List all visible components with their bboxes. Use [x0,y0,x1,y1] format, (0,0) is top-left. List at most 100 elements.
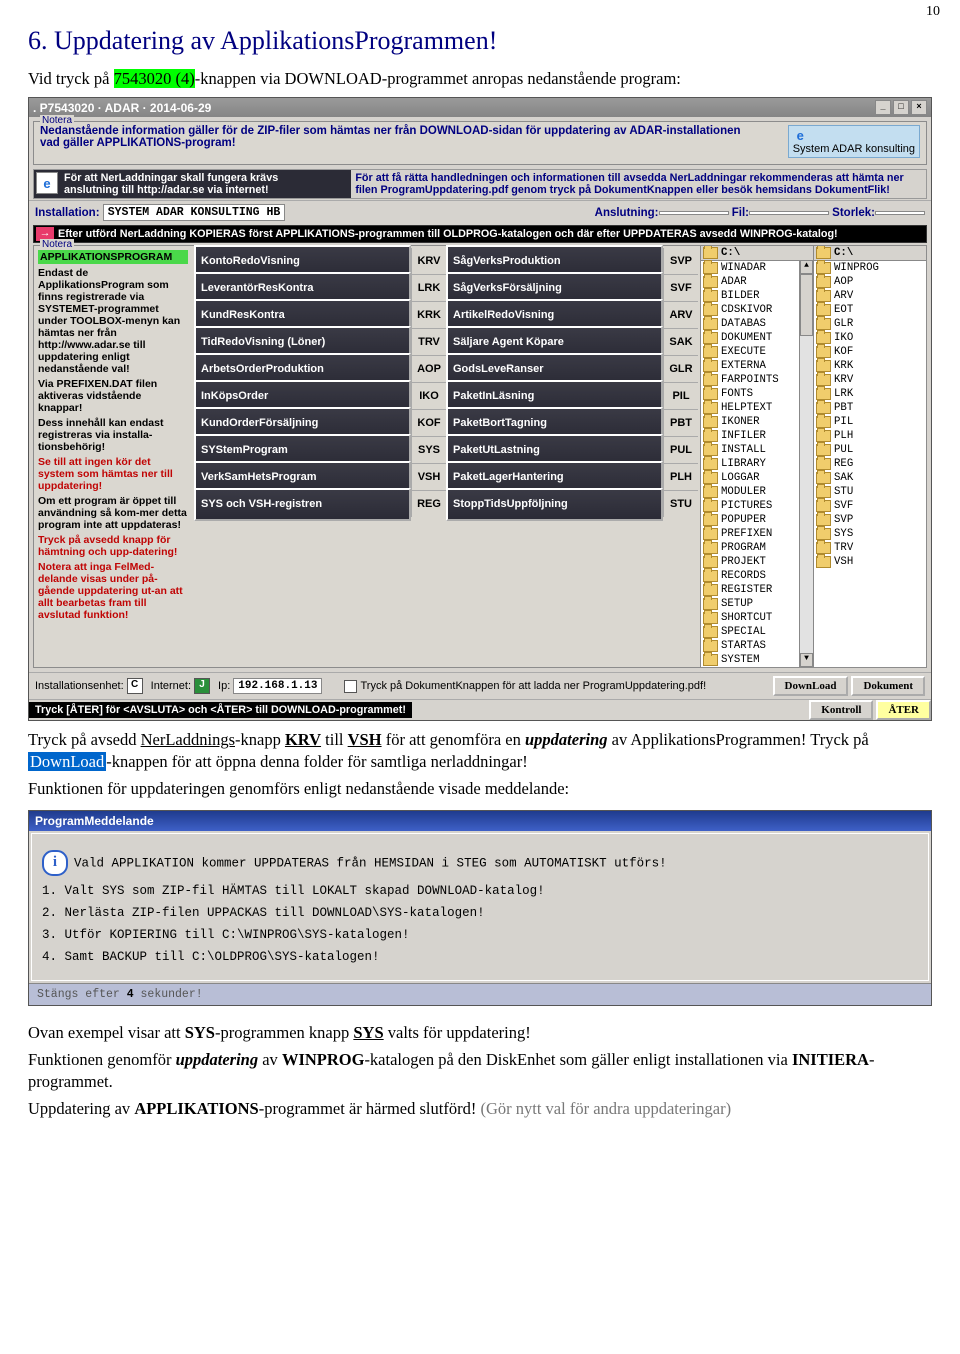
folder-item[interactable]: ADAR [701,275,813,289]
max-button[interactable]: □ [893,100,909,115]
folder-item[interactable]: REGISTER [701,583,813,597]
folder-item[interactable]: IKO [814,331,926,345]
folder-item[interactable]: RECORDS [701,569,813,583]
program-code: SVP [663,248,698,274]
folder-item[interactable]: REG [814,457,926,471]
folder-item[interactable]: LOGGAR [701,471,813,485]
program-row: KontoRedoVisningKRV [194,248,446,274]
folder-item[interactable]: ARV [814,289,926,303]
install-row: Installation: SYSTEM ADAR KONSULTING HB … [29,200,931,224]
folder-item[interactable]: PIL [814,415,926,429]
program-row: PaketUtLastningPUL [446,436,698,463]
program-row: TidRedoVisning (Löner)TRV [194,328,446,355]
folder-item[interactable]: SPECIAL [701,625,813,639]
folder-item[interactable]: FARPOINTS [701,373,813,387]
folder-item[interactable]: STARTAS [701,639,813,653]
folder-item[interactable]: DATABAS [701,317,813,331]
blackbar: → Efter utförd NerLaddning KOPIERAS förs… [33,225,927,243]
folder-list-1: C:\WINADARADARBILDERCDSKIVORDATABASDOKUM… [700,246,813,667]
ater-button[interactable]: ÅTER [876,700,931,720]
folder-item[interactable]: KOF [814,345,926,359]
app-window: . P7543020 · ADAR · 2014-06-29 _ □ × Not… [28,97,932,721]
folder-item[interactable]: WINPROG [814,261,926,275]
folder-item[interactable]: EXECUTE [701,345,813,359]
folder-item[interactable]: PBT [814,401,926,415]
program-code: LRK [411,275,446,301]
folder-header: C:\ [701,246,813,261]
folder-item[interactable]: PLH [814,429,926,443]
folder-item[interactable]: TRV [814,541,926,555]
program-code: SYS [411,437,446,463]
dialog-title: ProgramMeddelande [29,811,931,831]
program-row: SågVerksProduktionSVP [446,248,698,274]
program-code: AOP [411,356,446,382]
program-code: PUL [663,437,698,463]
folder-item[interactable]: HELPTEXT [701,401,813,415]
doc-checkbox[interactable] [344,680,357,693]
folder-item[interactable]: SYS [814,527,926,541]
folder-item[interactable]: BILDER [701,289,813,303]
folder-item[interactable]: SVP [814,513,926,527]
folder-item[interactable]: KRV [814,373,926,387]
folder-item[interactable]: GLR [814,317,926,331]
folder-item[interactable]: SAK [814,471,926,485]
dokument-button[interactable]: Dokument [851,676,925,696]
program-row: SYS och VSH-registrenREG [194,490,446,517]
program-row: VerkSamHetsProgramVSH [194,463,446,490]
folder-item[interactable]: AOP [814,275,926,289]
folder-item[interactable]: LRK [814,387,926,401]
folder-item[interactable]: MODULER [701,485,813,499]
program-code: PBT [663,410,698,436]
folder-item[interactable]: EOT [814,303,926,317]
folder-item[interactable]: WINADAR [701,261,813,275]
dialog-body: iVald APPLIKATION kommer UPPDATERAS från… [31,833,929,981]
program-code: KOF [411,410,446,436]
folder-item[interactable]: CDSKIVOR [701,303,813,317]
program-row: LeverantörResKontraLRK [194,274,446,301]
folder-item[interactable]: KRK [814,359,926,373]
folder-item[interactable]: SETUP [701,597,813,611]
folder-item[interactable]: POPUPER [701,513,813,527]
folder-item[interactable]: LIBRARY [701,457,813,471]
program-row: InKöpsOrderIKO [194,382,446,409]
sysadar-link[interactable]: eSystem ADAR konsulting [788,125,920,158]
folder-item[interactable]: FONTS [701,387,813,401]
intro-para: Vid tryck på 7543020 (4)-knappen via DOW… [28,68,932,89]
program-button[interactable]: SYS och VSH-registren [194,488,411,521]
side-notes: Notera APPLIKATIONSPROGRAM Endast de App… [34,246,192,667]
scrollbar[interactable]: ▲▼ [799,260,813,667]
notera-box-1: Notera Nedanstående information gäller f… [33,121,927,165]
folder-item[interactable]: INFILER [701,429,813,443]
program-row: StoppTidsUppföljningSTU [446,490,698,517]
folder-item[interactable]: PROGRAM [701,541,813,555]
folder-item[interactable]: VSH [814,555,926,569]
folder-item[interactable]: DOKUMENT [701,331,813,345]
folder-list-2: C:\WINPROGAOPARVEOTGLRIKOKOFKRKKRVLRKPBT… [813,246,926,667]
program-code: PLH [663,464,698,490]
min-button[interactable]: _ [875,100,891,115]
folder-item[interactable]: PICTURES [701,499,813,513]
kontroll-button[interactable]: Kontroll [809,700,873,720]
program-code: PIL [663,383,698,409]
folder-item[interactable]: EXTERNA [701,359,813,373]
info-icon: i [42,850,68,876]
folder-item[interactable]: PROJEKT [701,555,813,569]
program-button[interactable]: StoppTidsUppföljning [446,488,663,521]
folder-header: C:\ [814,246,926,261]
heading: 6. Uppdatering av ApplikationsProgrammen… [28,26,932,56]
folder-item[interactable]: IKONER [701,415,813,429]
folder-item[interactable]: PUL [814,443,926,457]
folder-item[interactable]: SHORTCUT [701,611,813,625]
folder-item[interactable]: SVF [814,499,926,513]
folder-item[interactable]: STU [814,485,926,499]
folder-item[interactable]: PREFIXEN [701,527,813,541]
close-button[interactable]: × [911,100,927,115]
program-row: ArbetsOrderProduktionAOP [194,355,446,382]
download-button[interactable]: DownLoad [773,676,849,696]
folder-item[interactable]: SYSTEM [701,653,813,667]
program-row: SågVerksFörsäljningSVF [446,274,698,301]
program-row: KundOrderFörsäljningKOF [194,409,446,436]
footer-row: Tryck [ÅTER] för <AVSLUTA> och <ÅTER> ti… [29,699,931,720]
folder-item[interactable]: INSTALL [701,443,813,457]
program-row: PaketInLäsningPIL [446,382,698,409]
